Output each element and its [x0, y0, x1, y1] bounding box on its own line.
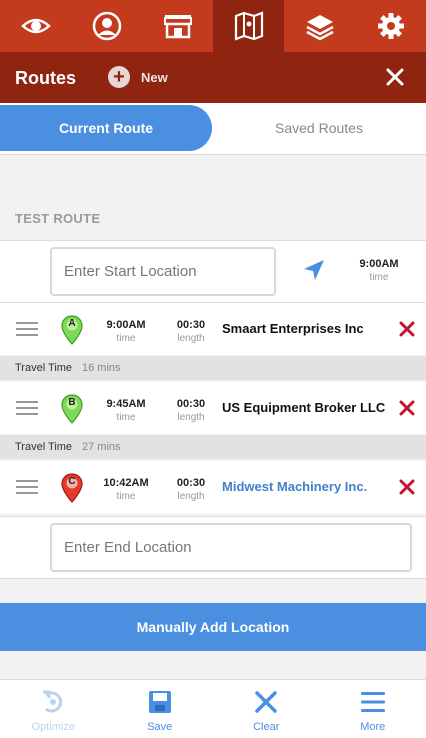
start-time-label: time — [369, 272, 389, 283]
plus-icon: + — [108, 66, 130, 88]
stop-time-value: 10:42AM — [103, 477, 149, 489]
remove-stop-icon[interactable] — [399, 321, 415, 337]
start-location-row: 9:00AM time — [0, 240, 426, 303]
map-pin-icon: C — [61, 473, 83, 503]
gear-icon — [377, 13, 404, 39]
stop-length-value: 00:30 — [176, 398, 206, 410]
stop-name-link[interactable]: Midwest Machinery Inc. — [222, 479, 367, 494]
start-location-input[interactable] — [50, 247, 276, 296]
route-tabs: Current Route Saved Routes — [0, 103, 426, 155]
stop-length-label: length — [177, 412, 205, 423]
stop-length-value: 00:30 — [176, 319, 206, 331]
clear-label: Clear — [253, 721, 280, 733]
travel-time-value: 27 mins — [82, 441, 121, 453]
more-button[interactable]: More — [320, 680, 426, 738]
travel-time-value: 16 mins — [82, 362, 121, 374]
stop-name[interactable]: Smaart Enterprises Inc — [222, 321, 364, 336]
manually-add-location-button[interactable]: Manually Add Location — [0, 603, 426, 651]
page-title: Routes — [15, 68, 77, 88]
stop-time-value: 9:00AM — [106, 319, 146, 331]
nav-settings[interactable] — [355, 0, 426, 52]
tab-saved-routes[interactable]: Saved Routes — [212, 105, 426, 151]
stop-time[interactable]: 9:00AM time — [102, 319, 150, 344]
optimize-label: Optimize — [31, 721, 75, 733]
user-circle-icon — [92, 11, 121, 41]
travel-time-label: Travel Time — [15, 441, 73, 453]
stop-row-c: C 10:42AM time 00:30 length Midwest Mach… — [0, 461, 426, 513]
stop-time-label: time — [116, 333, 136, 344]
eye-icon — [20, 18, 51, 34]
remove-stop-icon[interactable] — [399, 400, 415, 416]
nav-layers[interactable] — [284, 0, 355, 52]
stop-length-label: length — [177, 333, 205, 344]
stop-time[interactable]: 9:45AM time — [102, 398, 150, 423]
new-route-button[interactable]: + New — [108, 66, 168, 88]
stop-length[interactable]: 00:30 length — [172, 319, 210, 344]
stop-name[interactable]: US Equipment Broker LLC — [222, 400, 385, 415]
start-time-value: 9:00AM — [359, 258, 399, 270]
stop-time-label: time — [116, 491, 136, 502]
remove-stop-icon[interactable] — [399, 479, 415, 495]
map-icon — [234, 11, 263, 41]
stop-row-a: A 9:00AM time 00:30 length Smaart Enterp… — [0, 303, 426, 355]
travel-time-row: Travel Time 16 mins — [0, 356, 426, 380]
map-pin-icon: B — [61, 394, 83, 424]
drag-handle-icon[interactable] — [16, 480, 38, 494]
tab-current-route[interactable]: Current Route — [0, 105, 212, 151]
save-label: Save — [147, 721, 173, 733]
drag-handle-icon[interactable] — [16, 401, 38, 415]
nav-profile[interactable] — [71, 0, 142, 52]
route-name-label: TEST ROUTE — [15, 211, 101, 226]
more-label: More — [360, 721, 386, 733]
nav-map[interactable] — [213, 0, 284, 52]
stop-length[interactable]: 00:30 length — [172, 398, 210, 423]
end-location-row — [0, 516, 426, 579]
start-time[interactable]: 9:00AM time — [352, 258, 406, 283]
save-button[interactable]: Save — [107, 680, 214, 738]
stop-time-label: time — [116, 412, 136, 423]
routes-header: Routes + New — [0, 52, 426, 103]
map-pin-icon: A — [61, 315, 83, 345]
new-route-label: New — [141, 69, 168, 85]
stop-length-value: 00:30 — [176, 477, 206, 489]
pin-letter: B — [68, 397, 76, 408]
travel-time-row: Travel Time 27 mins — [0, 435, 426, 459]
stop-time[interactable]: 10:42AM time — [102, 477, 150, 502]
stop-length[interactable]: 00:30 length — [172, 477, 210, 502]
clear-button[interactable]: Clear — [213, 680, 320, 738]
menu-icon — [360, 692, 385, 712]
location-arrow-icon[interactable] — [302, 258, 326, 282]
bottom-toolbar: Optimize Save Clear More — [0, 679, 426, 738]
store-icon — [163, 15, 192, 39]
optimize-icon — [43, 690, 63, 713]
stop-time-value: 9:45AM — [106, 398, 146, 410]
layers-icon — [305, 15, 334, 41]
pin-letter: A — [68, 318, 76, 329]
save-icon — [148, 691, 171, 713]
top-nav — [0, 0, 426, 52]
nav-view[interactable] — [0, 0, 71, 52]
pin-letter: C — [68, 476, 76, 487]
nav-store[interactable] — [142, 0, 213, 52]
end-location-input[interactable] — [50, 523, 412, 572]
clear-icon — [255, 691, 277, 713]
optimize-button[interactable]: Optimize — [0, 680, 107, 738]
travel-time-label: Travel Time — [15, 362, 73, 374]
drag-handle-icon[interactable] — [16, 322, 38, 336]
stop-row-b: B 9:45AM time 00:30 length US Equipment … — [0, 382, 426, 434]
close-icon[interactable] — [384, 66, 406, 88]
stop-length-label: length — [177, 491, 205, 502]
